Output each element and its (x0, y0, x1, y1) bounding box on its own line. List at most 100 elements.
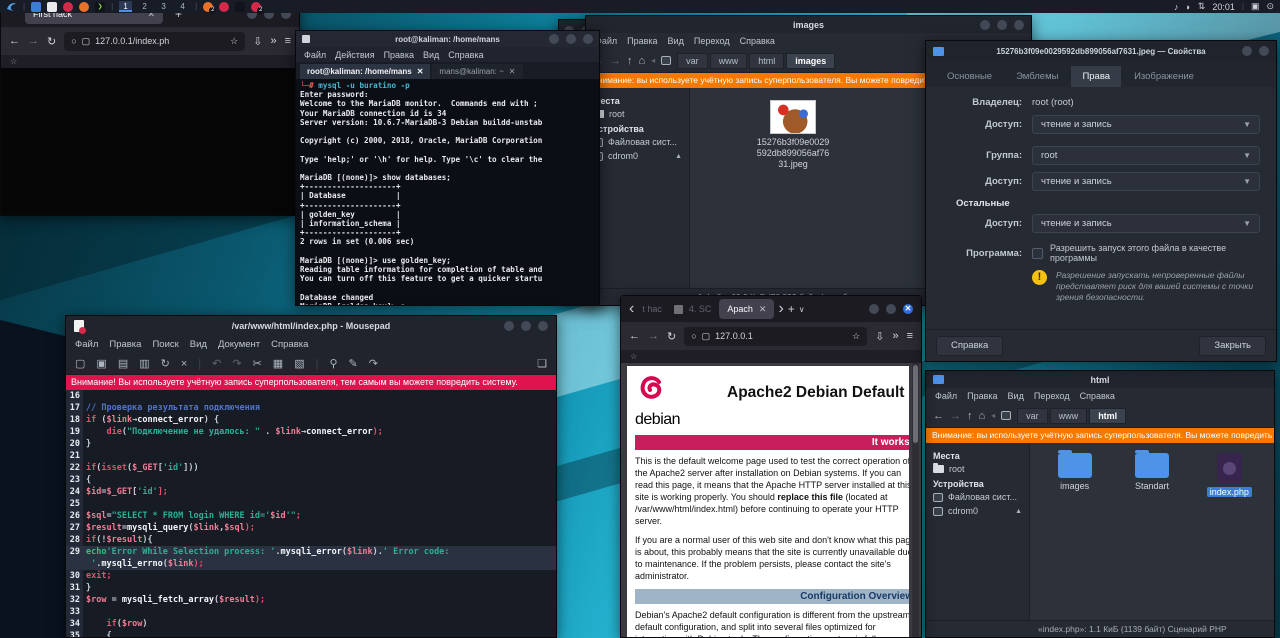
close-file-icon[interactable]: × (181, 358, 187, 370)
sidebar-item-root[interactable]: root (926, 462, 1029, 476)
reload-icon[interactable]: ↻ (667, 330, 676, 343)
menu-item-Действия[interactable]: Действия (335, 50, 374, 60)
close-button[interactable]: Закрыть (1199, 336, 1266, 356)
home-icon[interactable]: ⌂ (639, 55, 646, 67)
taskbar-firefox-icon[interactable]: 2 (203, 2, 213, 12)
file-index.php[interactable]: index.php (1197, 453, 1262, 497)
help-button[interactable]: Справка (936, 336, 1003, 356)
new-document-icon[interactable]: ▢ (75, 357, 85, 370)
taskbar-terminal-icon[interactable] (235, 2, 245, 12)
shield-icon[interactable]: ○ (71, 36, 76, 46)
save-as-icon[interactable]: ▥ (139, 357, 149, 370)
url-bar[interactable]: ○ ▢ 127.0.0.1/index.ph ☆ (64, 32, 245, 51)
others-access-select[interactable]: чтение и запись▼ (1032, 214, 1260, 233)
menu-item-Переход[interactable]: Переход (694, 36, 730, 46)
menu-item-Вид[interactable]: Вид (190, 339, 207, 350)
url-text[interactable]: 127.0.0.1/index.ph (95, 36, 225, 46)
redo-icon[interactable]: ↷ (232, 357, 241, 370)
home-icon[interactable]: ⌂ (979, 410, 986, 422)
sidebar-item-filesystem[interactable]: Файловая сист... (926, 490, 1029, 504)
tab-apache[interactable]: Apach ✕ (719, 299, 774, 319)
media-launcher-icon[interactable] (63, 2, 73, 12)
import-bookmarks-icon[interactable]: ☆ (630, 352, 637, 361)
terminal-tab-mans[interactable]: mans@kaliman: ~✕ (432, 64, 522, 79)
bookmark-star-icon[interactable]: ☆ (852, 331, 860, 342)
drive-icon[interactable] (661, 56, 671, 65)
undo-icon[interactable]: ↶ (212, 357, 221, 370)
forward-icon[interactable]: → (610, 55, 621, 67)
firefox-launcher-icon[interactable] (79, 2, 89, 12)
new-tab-button[interactable]: + (788, 302, 795, 316)
executable-checkbox[interactable] (1032, 248, 1043, 259)
terminal-output[interactable]: └─# mysql -u buratino -pEnter password: … (296, 79, 599, 305)
sidebar-item-cdrom[interactable]: cdrom0▲ (586, 149, 689, 163)
fullscreen-icon[interactable]: ❏ (537, 357, 547, 370)
menu-item-Правка[interactable]: Правка (109, 339, 141, 350)
updates-icon[interactable]: ▣ (1251, 1, 1260, 12)
group-select[interactable]: root▼ (1032, 146, 1260, 165)
titlebar[interactable]: /var/www/html/index.php - Mousepad (66, 316, 556, 336)
firefox-window-first-hack[interactable]: First hack ✕ + ← → ↻ ○ ▢ 127.0.0.1/index… (0, 0, 300, 216)
notifications-icon[interactable]: ◗ (1185, 2, 1190, 12)
up-icon[interactable]: ↑ (967, 410, 973, 422)
sidebar-item-root[interactable]: root (586, 107, 689, 121)
eject-icon[interactable]: ▲ (675, 153, 682, 160)
menu-item-Переход[interactable]: Переход (1034, 391, 1070, 401)
file-manager-html-window[interactable]: html ФайлПравкаВидПереходСправка ← → ↑ ⌂… (925, 370, 1275, 638)
reload-icon[interactable]: ↻ (161, 357, 170, 370)
maximize-button[interactable] (886, 304, 896, 314)
titlebar[interactable]: root@kaliman: /home/mans (296, 31, 599, 47)
overflow-icon[interactable]: » (892, 330, 898, 342)
menu-item-Файл[interactable]: Файл (304, 50, 326, 60)
breadcrumb-www[interactable]: www (710, 53, 748, 69)
menu-item-Правка[interactable]: Правка (967, 391, 997, 401)
forward-icon[interactable]: → (950, 410, 961, 422)
workspace-3[interactable]: 3 (157, 1, 170, 12)
tab-partial[interactable]: t hac (638, 299, 666, 319)
breadcrumb-var[interactable]: var (677, 53, 708, 69)
menu-item-Документ[interactable]: Документ (218, 339, 260, 350)
eject-icon[interactable]: ▲ (1015, 508, 1022, 515)
workspace-4[interactable]: 4 (176, 1, 189, 12)
back-icon[interactable]: ← (9, 35, 20, 47)
breadcrumb-html[interactable]: html (1089, 408, 1126, 424)
terminal-tab-root[interactable]: root@kaliman: /home/mans✕ (300, 64, 430, 79)
bookmark-star-icon[interactable]: ☆ (230, 36, 238, 47)
url-text[interactable]: 127.0.0.1 (715, 331, 847, 341)
volume-icon[interactable]: ♪ (1174, 2, 1179, 12)
breadcrumb-images[interactable]: images (786, 53, 835, 69)
menu-item-Файл[interactable]: Файл (935, 391, 957, 401)
forward-icon[interactable]: → (28, 35, 39, 47)
titlebar[interactable]: html (926, 371, 1274, 388)
taskbar-app-icon[interactable] (219, 2, 229, 12)
search-replace-icon[interactable]: ✎ (349, 357, 358, 370)
file-properties-dialog[interactable]: 15276b3f09e0029592db899056af7631.jpeg — … (925, 40, 1277, 362)
menu-icon[interactable]: ≡ (285, 35, 291, 47)
cut-icon[interactable]: ✂ (253, 357, 262, 370)
file-jpeg-entry[interactable]: 15276b3f09e0029 592db899056af76 31.jpeg (732, 100, 854, 170)
file-images[interactable]: images (1042, 453, 1107, 497)
save-icon[interactable]: ▤ (118, 357, 128, 370)
tab-emblems[interactable]: Эмблемы (1005, 66, 1069, 87)
forward-icon[interactable]: → (648, 330, 659, 342)
shield-icon[interactable]: ○ (691, 331, 696, 341)
menu-item-Справка[interactable]: Справка (271, 339, 308, 350)
open-file-icon[interactable]: ▣ (96, 357, 106, 370)
download-icon[interactable]: ⇩ (875, 330, 884, 343)
breadcrumb-www[interactable]: www (1050, 408, 1088, 424)
breadcrumb-var[interactable]: var (1017, 408, 1048, 424)
go-to-line-icon[interactable]: ↷ (369, 357, 378, 370)
tab-close-icon[interactable]: ✕ (759, 304, 767, 315)
menu-icon[interactable]: ≡ (907, 330, 913, 342)
url-bar[interactable]: ○ ▢ 127.0.0.1 ☆ (684, 327, 867, 346)
sidebar-item-cdrom[interactable]: cdrom0▲ (926, 504, 1029, 518)
menu-item-Вид[interactable]: Вид (668, 36, 684, 46)
workspace-1[interactable]: 1 (119, 1, 132, 12)
scrollbar-thumb[interactable] (913, 365, 918, 443)
menu-item-Справка[interactable]: Справка (740, 36, 775, 46)
kali-menu-icon[interactable] (6, 1, 17, 12)
up-icon[interactable]: ↑ (627, 55, 633, 67)
menu-item-Файл[interactable]: Файл (75, 339, 98, 350)
menu-item-Вид[interactable]: Вид (1008, 391, 1024, 401)
reload-icon[interactable]: ↻ (47, 35, 56, 48)
